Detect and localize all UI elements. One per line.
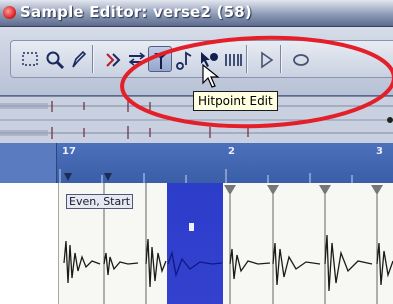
hitpoint-edit-icon[interactable] — [148, 46, 172, 72]
range-selection-icon[interactable] — [18, 46, 42, 72]
loop-play-icon[interactable] — [254, 46, 278, 72]
loop-icon[interactable] — [288, 46, 312, 72]
sample-editor-window: Sample Editor: verse2 (58) Hitpoint Edit… — [0, 0, 393, 304]
zoom-icon[interactable] — [42, 46, 66, 72]
warp-icon[interactable] — [220, 46, 244, 72]
scrub-icon[interactable] — [124, 46, 148, 72]
toolbar-separator — [246, 45, 248, 73]
mouse-cursor — [202, 64, 220, 88]
waveform-display[interactable]: Even, Start — [0, 183, 393, 304]
audition-icon[interactable] — [172, 46, 196, 72]
app-icon — [3, 6, 16, 19]
hitpoint-edit-tooltip: Hitpoint Edit — [193, 91, 278, 111]
toolbar-separator — [92, 45, 94, 73]
title-bar[interactable]: Sample Editor: verse2 (58) — [0, 0, 393, 27]
toolbar — [0, 27, 393, 95]
play-icon[interactable] — [100, 46, 124, 72]
toolbar-separator — [280, 45, 282, 73]
ruler-ticks — [59, 169, 353, 183]
pencil-icon[interactable] — [66, 46, 90, 72]
waveform-graphic — [63, 183, 393, 304]
window-title: Sample Editor: verse2 (58) — [20, 3, 252, 21]
timeline-ruler[interactable]: 17 2 3 — [0, 143, 393, 183]
slice-label: Even, Start — [66, 194, 134, 209]
